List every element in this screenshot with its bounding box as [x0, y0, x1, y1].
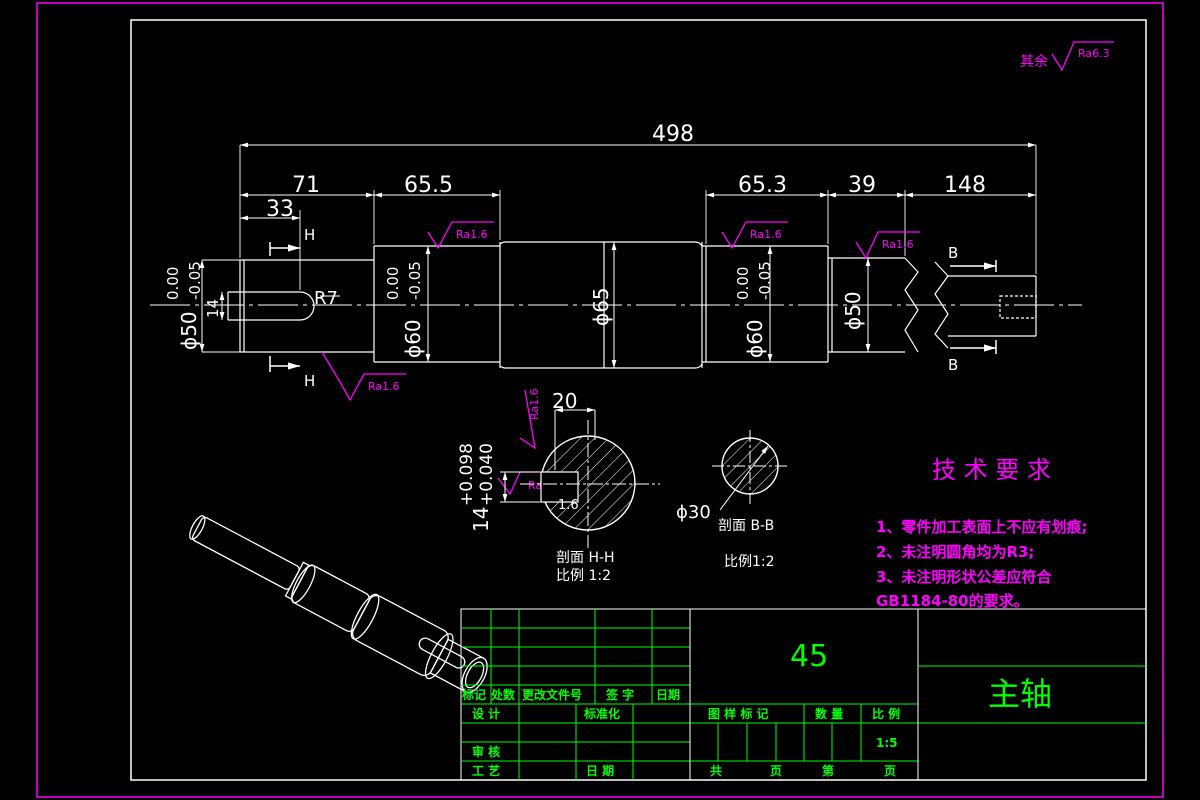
hh-label: 剖面 H-H	[556, 550, 615, 566]
dim-65-3: 65.3	[738, 173, 787, 198]
dim-overall: 498	[652, 122, 694, 147]
tb-date: 日 期	[586, 763, 614, 778]
tol-upper-right: 0.00	[734, 267, 752, 300]
tech-item-1: 1、零件加工表面上不应有划痕;	[876, 518, 1087, 536]
vertical-dimension-texts: ϕ50 0.00 -0.05 ϕ60 0.00 -0.05 ϕ65 ϕ60 0.…	[164, 261, 865, 358]
dim-phi65: ϕ65	[589, 287, 613, 326]
tol-lower-right: -0.05	[756, 261, 774, 300]
tb-no: 第	[822, 763, 834, 778]
hh-scale: 比例 1:2	[556, 568, 611, 584]
tech-item-3: 3、未注明形状公差应符合	[876, 568, 1052, 586]
cut-b-bottom: B	[948, 356, 958, 374]
tb-design: 设 计	[472, 706, 500, 721]
cad-drawing: 其余 Ra6.3 498 71 65.5 65.3 39 148 33 ϕ50 …	[36, 2, 1164, 798]
dim-33: 33	[266, 197, 294, 222]
shaft-3d-view	[189, 515, 488, 693]
hh-depth-dim: 14	[469, 507, 493, 532]
rev-h-mark: 标记	[461, 687, 486, 702]
tb-scale-value: 1:5	[876, 736, 898, 750]
dim-39: 39	[848, 173, 876, 198]
hh-depth-small: 1.6	[558, 498, 579, 513]
part-name: 主轴	[988, 675, 1052, 713]
tb-sheet: 页	[770, 764, 782, 778]
tb-total: 共	[710, 763, 722, 778]
dim-phi50-left: ϕ50	[177, 311, 201, 350]
bb-label: 剖面 B-B	[718, 518, 774, 534]
extension-lines	[239, 145, 1037, 290]
dim-phi60-right: ϕ60	[743, 319, 767, 358]
bb-scale: 比例1:2	[724, 554, 775, 570]
dim-keyway-r7: R7	[314, 288, 338, 309]
section-bb-texts: ϕ30 剖面 B-B 比例1:2	[676, 502, 775, 570]
tb-scale-label: 比 例	[872, 706, 900, 721]
title-block-texts: 45 主轴 标记 处数 更改文件号 签 字 日期 设 计 标准化 审 核 工 艺…	[461, 639, 1052, 778]
tb-quantity: 数 量	[815, 706, 843, 721]
ra-5: Ra1.6	[528, 388, 541, 420]
rev-h-date: 日期	[656, 687, 680, 702]
tb-standardize: 标准化	[583, 706, 620, 721]
tech-title: 技 术 要 求	[932, 456, 1051, 484]
shaft-main-view	[150, 241, 1082, 369]
tol-lower-left: -0.05	[186, 261, 204, 300]
hh-tol-lower: +0.040	[477, 443, 497, 506]
tech-item-4: GB1184-80的要求。	[876, 592, 1029, 610]
technical-requirements: 技 术 要 求 1、零件加工表面上不应有划痕; 2、未注明圆角均为R3; 3、未…	[876, 456, 1087, 610]
tb-page: 页	[884, 764, 896, 778]
ra-2: Ra1.6	[750, 228, 782, 241]
general-roughness-prefix: 其余	[1020, 53, 1048, 70]
ra-4: Ra1.6	[368, 380, 400, 393]
horizontal-dimensions	[240, 142, 1036, 221]
tol-lower-mid: -0.05	[406, 261, 424, 300]
dim-phi60-left: ϕ60	[401, 319, 425, 358]
tech-item-2: 2、未注明圆角均为R3;	[876, 543, 1034, 561]
cut-h-top: H	[304, 226, 315, 244]
tol-upper-left: 0.00	[164, 267, 182, 300]
ra-1: Ra1.6	[456, 228, 488, 241]
general-roughness-symbol: 其余 Ra6.3	[1020, 41, 1114, 72]
rev-h-count: 处数	[490, 687, 516, 702]
dim-phi50-right: ϕ50	[841, 291, 865, 330]
tb-drawing-mark: 图 样 标 记	[708, 706, 769, 721]
hh-tol-upper: +0.098	[457, 443, 477, 506]
general-roughness-value: Ra6.3	[1078, 47, 1110, 60]
ra-3: Ra1.6	[882, 238, 914, 251]
section-hh	[500, 407, 660, 548]
section-bb	[712, 430, 790, 511]
cut-h-bottom: H	[304, 372, 315, 390]
tb-review: 审 核	[472, 744, 500, 759]
material: 45	[790, 639, 828, 674]
bb-dia: ϕ30	[676, 502, 711, 523]
rev-h-sign: 签 字	[605, 687, 634, 702]
tol-upper-mid: 0.00	[384, 267, 402, 300]
dim-keyway-14: 14	[204, 299, 222, 318]
rev-h-doc: 更改文件号	[522, 687, 582, 702]
dim-65-5: 65.5	[404, 173, 453, 198]
hh-width-dim: 20	[552, 389, 577, 413]
dim-148: 148	[944, 173, 986, 198]
cut-b-top: B	[948, 244, 958, 262]
tb-process: 工 艺	[472, 763, 500, 778]
dim-71: 71	[292, 173, 320, 198]
